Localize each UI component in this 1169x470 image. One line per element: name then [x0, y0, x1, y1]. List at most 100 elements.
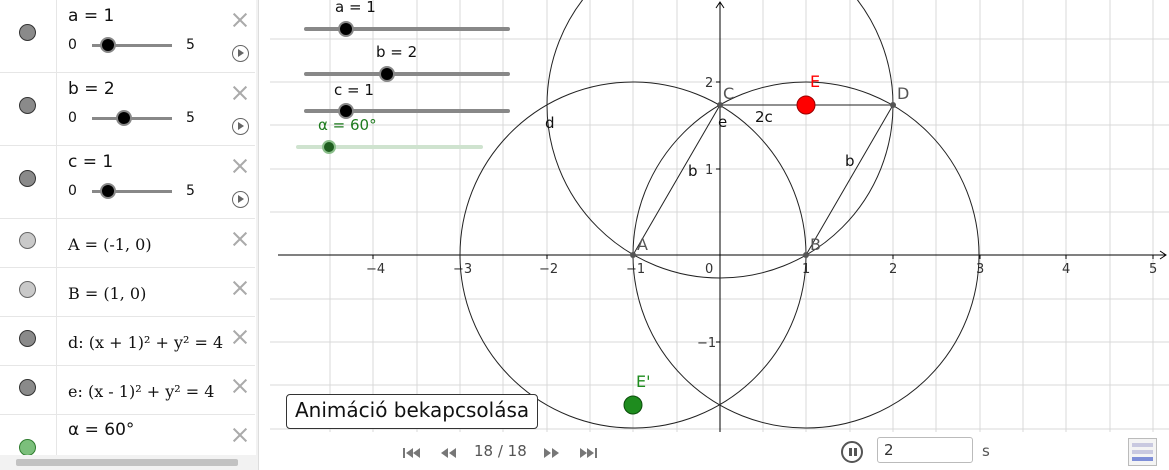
slider-c-min: 0	[68, 183, 77, 199]
canvas-slider-b-knob[interactable]	[379, 66, 395, 82]
algebra-row-A[interactable]: A = (-1, 0)	[0, 219, 255, 268]
algebra-row-a[interactable]: a = 1 0 5	[0, 0, 255, 73]
slider-alpha-label: α = 60°	[68, 420, 135, 440]
close-icon[interactable]	[233, 330, 247, 344]
animation-toggle-button[interactable]: Animáció bekapcsolása	[286, 394, 539, 429]
slider-b-knob[interactable]	[116, 110, 132, 126]
visibility-toggle-b[interactable]	[19, 97, 36, 114]
canvas-slider-a-label: a = 1	[335, 0, 376, 16]
play-speed-input[interactable]	[877, 437, 973, 463]
x-tick-label: 3	[976, 262, 984, 277]
canvas-slider-alpha-label: α = 60°	[318, 116, 377, 134]
play-icon[interactable]	[232, 118, 249, 135]
algebra-row-B[interactable]: B = (1, 0)	[0, 268, 255, 317]
circle-d-definition: d: (x + 1)² + y² = 4	[68, 333, 224, 352]
algebra-panel: a = 1 0 5 b = 2 0 5 c = 1 0 5 A = (-1, 0…	[0, 0, 259, 470]
label-D: D	[897, 84, 909, 103]
slider-c-label: c = 1	[68, 152, 114, 172]
x-tick-label: 2	[889, 262, 897, 277]
slider-b-track[interactable]	[92, 117, 172, 120]
circle-e-definition: e: (x - 1)² + y² = 4	[68, 382, 215, 401]
y-tick-label: −1	[697, 336, 716, 351]
label-circle-d: d	[545, 114, 555, 132]
x-tick-label: −2	[539, 262, 558, 277]
close-icon[interactable]	[233, 159, 247, 173]
canvas-slider-alpha-knob[interactable]	[322, 140, 336, 154]
canvas-slider-a-knob[interactable]	[338, 21, 354, 37]
algebra-row-e[interactable]: e: (x - 1)² + y² = 4	[0, 366, 255, 415]
point-A[interactable]	[630, 252, 636, 258]
visibility-toggle-A[interactable]	[19, 232, 36, 249]
label-A: A	[637, 235, 648, 254]
label-segment-2c: 2c	[755, 108, 773, 126]
point-E-prime[interactable]	[623, 395, 643, 415]
slider-b-max: 5	[186, 110, 195, 126]
row-marker	[0, 146, 57, 218]
scrollbar-thumb[interactable]	[16, 459, 238, 466]
first-step-icon[interactable]	[402, 447, 422, 459]
x-tick-label: 5	[1149, 262, 1157, 277]
close-icon[interactable]	[233, 379, 247, 393]
close-icon[interactable]	[233, 13, 247, 27]
slider-c-knob[interactable]	[100, 183, 116, 199]
visibility-toggle-c[interactable]	[19, 170, 36, 187]
slider-a-label: a = 1	[68, 6, 115, 26]
prev-step-icon[interactable]	[439, 447, 459, 459]
point-B-definition: B = (1, 0)	[68, 284, 147, 303]
next-step-icon[interactable]	[541, 447, 561, 459]
visibility-toggle-d[interactable]	[19, 330, 36, 347]
x-tick-label: 4	[1062, 262, 1070, 277]
algebra-vertical-scrollbar[interactable]	[256, 0, 259, 455]
row-marker	[0, 366, 57, 414]
algebra-row-c[interactable]: c = 1 0 5	[0, 146, 255, 219]
algebra-description-icon[interactable]	[1128, 438, 1157, 466]
close-icon[interactable]	[233, 232, 247, 246]
x-tick-label: 0	[705, 262, 713, 277]
last-step-icon[interactable]	[578, 447, 598, 459]
algebra-row-d[interactable]: d: (x + 1)² + y² = 4	[0, 317, 255, 366]
row-marker	[0, 0, 57, 72]
slider-a-max: 5	[186, 37, 195, 53]
label-C: C	[723, 84, 734, 103]
y-tick-label: 1	[705, 163, 713, 178]
visibility-toggle-e[interactable]	[19, 379, 36, 396]
close-icon[interactable]	[233, 428, 247, 442]
label-circle-e: e	[718, 113, 727, 131]
label-E-prime: E'	[636, 372, 651, 391]
y-tick-label: 2	[705, 76, 713, 91]
slider-b-min: 0	[68, 110, 77, 126]
slider-a-min: 0	[68, 37, 77, 53]
row-marker	[0, 219, 57, 267]
scrollbar-thumb[interactable]	[258, 14, 259, 220]
play-icon[interactable]	[232, 45, 249, 62]
algebra-row-b[interactable]: b = 2 0 5	[0, 73, 255, 146]
close-icon[interactable]	[233, 86, 247, 100]
row-marker	[0, 317, 57, 365]
pause-icon[interactable]	[841, 441, 863, 463]
x-tick-label: −4	[366, 262, 385, 277]
canvas-slider-b-label: b = 2	[376, 43, 417, 61]
play-icon[interactable]	[232, 191, 249, 208]
point-A-definition: A = (-1, 0)	[68, 235, 152, 254]
slider-a-knob[interactable]	[100, 37, 116, 53]
slider-b-label: b = 2	[68, 79, 115, 99]
close-icon[interactable]	[233, 281, 247, 295]
visibility-toggle-B[interactable]	[19, 281, 36, 298]
algebra-horizontal-scrollbar[interactable]	[0, 455, 258, 470]
visibility-toggle-a[interactable]	[19, 24, 36, 41]
point-B[interactable]	[803, 252, 809, 258]
construction-step-counter: 18 / 18	[474, 442, 527, 460]
label-segment-b-right: b	[845, 152, 855, 170]
x-tick-label: −1	[626, 262, 645, 277]
x-tick-label: −3	[453, 262, 472, 277]
row-marker	[0, 73, 57, 145]
label-B: B	[810, 235, 821, 254]
slider-c-max: 5	[186, 183, 195, 199]
point-E[interactable]	[796, 95, 816, 115]
row-marker	[0, 268, 57, 316]
visibility-toggle-alpha[interactable]	[19, 439, 36, 456]
label-E: E	[810, 72, 820, 91]
canvas-slider-c-label: c = 1	[334, 81, 374, 99]
point-D[interactable]	[890, 102, 896, 108]
label-segment-b-left: b	[688, 162, 698, 180]
